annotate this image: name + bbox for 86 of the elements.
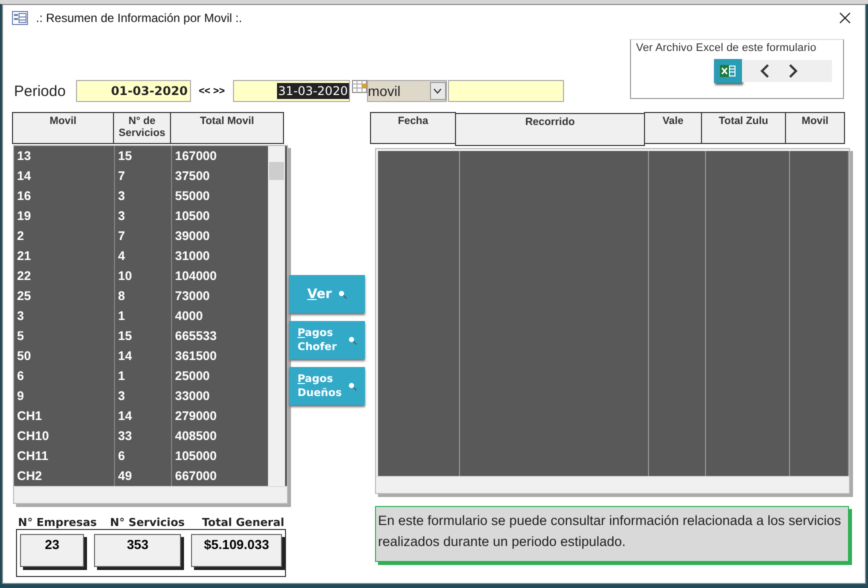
table-cell-text: 665533 — [174, 328, 218, 345]
table-cell: 9 — [14, 386, 115, 406]
table-cell: 19 — [14, 206, 115, 226]
table-cell-text: 279000 — [174, 408, 218, 425]
table-cell: 10 — [115, 266, 172, 286]
table-cell: 14 — [115, 346, 172, 366]
excel-button[interactable] — [714, 59, 742, 83]
table-cell: 15 — [115, 326, 172, 346]
search-icon — [348, 382, 356, 390]
table-cell: 3 — [115, 206, 172, 226]
table-cell-text: 55000 — [174, 188, 211, 205]
table-cell-text: 37500 — [174, 168, 211, 185]
next-icon[interactable] — [788, 64, 798, 78]
column-header: Movil — [785, 112, 845, 144]
table-cell: 5 — [14, 326, 115, 346]
table-cell: 16 — [14, 186, 115, 206]
total-value: 23 — [20, 534, 84, 567]
period-label: Periodo — [14, 82, 66, 100]
table-cell-text: 105000 — [174, 448, 218, 465]
table-cell-text: 10500 — [174, 208, 211, 225]
table-cell: 6 — [115, 446, 172, 466]
table-cell: 22 — [14, 266, 115, 286]
column-header: Recorrido — [455, 113, 645, 146]
column-header: Movil — [12, 112, 114, 144]
column-header: Vale — [644, 112, 702, 144]
horizontal-scrollbar[interactable] — [376, 476, 849, 493]
table-cell: 14 — [14, 166, 115, 186]
column-header: Fecha — [370, 112, 456, 144]
table-cell: 25 — [14, 286, 115, 306]
table-cell: CH10 — [14, 426, 115, 446]
group-by-dropdown[interactable]: movil — [366, 80, 447, 102]
total-label: N° Servicios — [110, 516, 186, 529]
table-cell-text: 167000 — [174, 148, 218, 165]
search-icon — [338, 290, 347, 298]
total-label: N° Empresas — [18, 516, 98, 529]
table-cell-text: 408500 — [174, 428, 218, 445]
table-cell-text: 25000 — [174, 368, 211, 385]
table-cell: 15 — [115, 146, 172, 166]
filter-field[interactable] — [448, 80, 564, 102]
start-date-field[interactable]: 01-03-2020 — [76, 80, 191, 102]
info-note: En este formulario se puede consultar información relacionada a los servicios realizados durante un periodo estipulado. — [375, 506, 849, 562]
total-label: Total General — [202, 516, 284, 529]
table-cell-text: 33000 — [174, 388, 211, 405]
end-date-field[interactable]: 31-03-2020 — [232, 80, 350, 102]
table-cell: 1 — [115, 306, 172, 326]
table-cell: 4 — [115, 246, 172, 266]
table-cell: CH11 — [14, 446, 115, 466]
table-cell: 14 — [115, 406, 172, 426]
column-header: Total Zulu — [701, 112, 786, 144]
calendar-icon[interactable] — [352, 80, 367, 93]
table-cell: CH1 — [14, 406, 115, 426]
table-cell: 1 — [115, 366, 172, 386]
form-icon — [12, 11, 28, 25]
close-icon[interactable] — [839, 12, 851, 24]
table-cell-text: 361500 — [174, 348, 218, 365]
vertical-scrollbar[interactable] — [268, 146, 285, 486]
table-cell-text: 31000 — [174, 248, 211, 265]
table-cell: 50 — [14, 346, 115, 366]
total-value: 353 — [94, 534, 182, 567]
chevron-down-icon — [433, 88, 442, 94]
excel-panel-label: Ver Archivo Excel de este formulario — [636, 42, 818, 54]
table-cell: 7 — [115, 226, 172, 246]
table-cell: 7 — [115, 166, 172, 186]
table-cell-text: 73000 — [174, 288, 211, 305]
column-header: Total Movil — [170, 112, 284, 144]
table-cell-text: 667000 — [174, 468, 218, 485]
total-value: $5.109.033 — [191, 534, 282, 567]
table-cell: 2 — [14, 226, 115, 246]
table-cell-text: 104000 — [174, 268, 218, 285]
table-cell: 13 — [14, 146, 115, 166]
table-cell: 6 — [14, 366, 115, 386]
table-cell: 21 — [14, 246, 115, 266]
horizontal-scrollbar[interactable] — [14, 486, 287, 503]
previous-icon[interactable] — [760, 64, 770, 78]
date-separator: << >> — [198, 86, 225, 96]
window-title: .: Resumen de Información por Movil :. — [36, 11, 244, 25]
table-cell: 3 — [115, 186, 172, 206]
column-header: N° de Servicios — [113, 112, 171, 144]
search-icon — [348, 336, 356, 344]
table-cell: 3 — [14, 306, 115, 326]
spreadsheet-icon — [720, 64, 736, 78]
table-cell-text: 39000 — [174, 228, 211, 245]
table-cell: 33 — [115, 426, 172, 446]
table-cell: 3 — [115, 386, 172, 406]
table-cell-text: 4000 — [174, 308, 204, 325]
table-cell: 8 — [115, 286, 172, 306]
